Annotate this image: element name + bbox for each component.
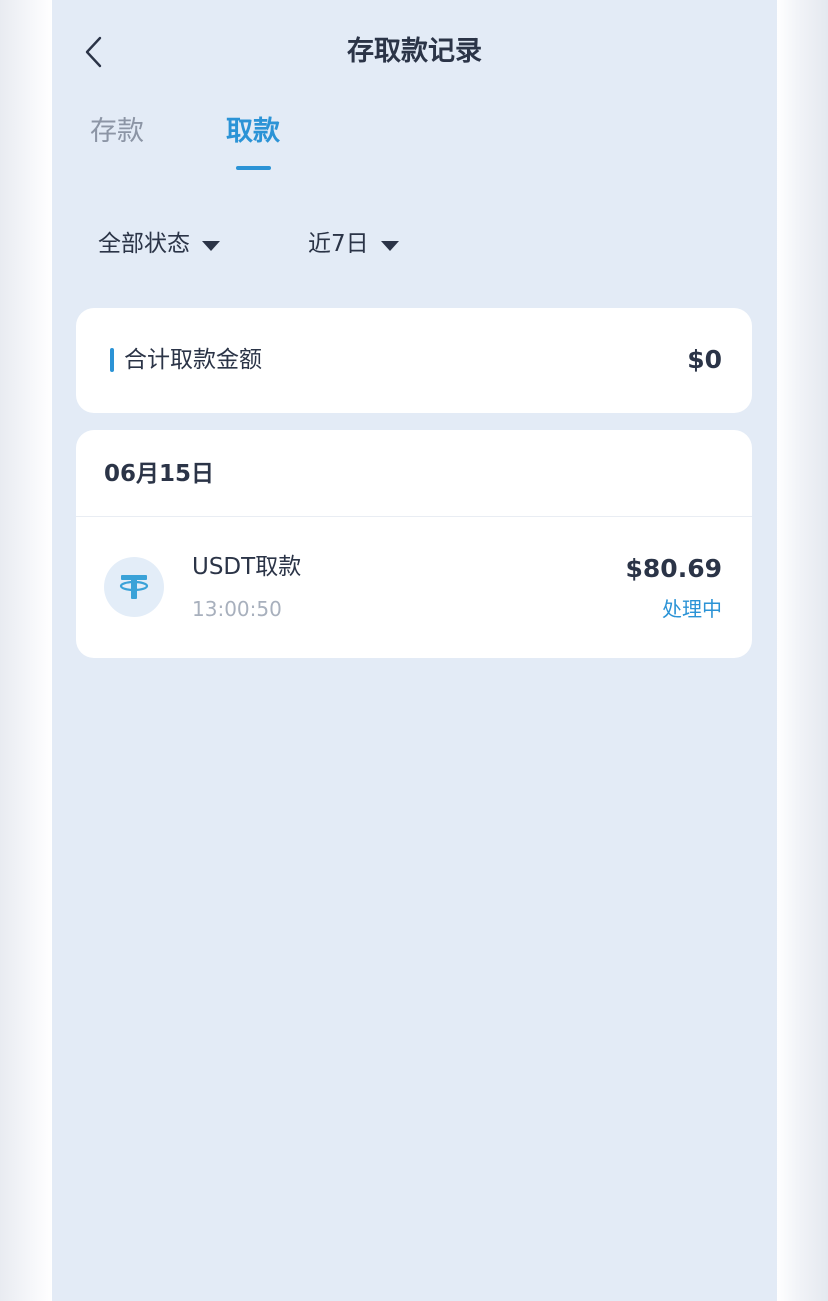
period-filter-dropdown[interactable]: 近7日 bbox=[308, 226, 399, 262]
page-title: 存取款记录 bbox=[347, 36, 482, 67]
status-filter-dropdown[interactable]: 全部状态 bbox=[98, 226, 220, 262]
withdraw-records-screen: 存取款记录 存款 取款 全部状态 近7日 合计取款金额 $0 06月15日 US… bbox=[52, 0, 777, 1301]
caret-down-icon bbox=[202, 240, 220, 251]
records-group-card: 06月15日 USDT取款 13:00:50 $80.69 处理中 bbox=[76, 430, 752, 658]
tab-withdraw[interactable]: 取款 bbox=[226, 112, 280, 152]
record-row[interactable]: USDT取款 13:00:50 $80.69 处理中 bbox=[76, 517, 752, 658]
total-summary-card: 合计取款金额 $0 bbox=[76, 308, 752, 413]
accent-bar bbox=[110, 348, 114, 372]
backdrop-left bbox=[0, 0, 52, 1301]
record-status: 处理中 bbox=[662, 597, 722, 621]
record-title: USDT取款 bbox=[192, 554, 302, 580]
active-tab-indicator bbox=[236, 166, 271, 170]
status-filter-label: 全部状态 bbox=[98, 231, 190, 257]
record-date-header: 06月15日 bbox=[104, 461, 215, 487]
record-time: 13:00:50 bbox=[192, 597, 282, 621]
tab-deposit[interactable]: 存款 bbox=[90, 112, 144, 152]
period-filter-label: 近7日 bbox=[308, 231, 369, 257]
record-amount: $80.69 bbox=[625, 554, 722, 583]
total-label: 合计取款金额 bbox=[124, 347, 262, 373]
caret-down-icon bbox=[380, 240, 399, 251]
backdrop-right bbox=[777, 0, 828, 1301]
tether-usdt-icon bbox=[104, 557, 164, 617]
total-amount: $0 bbox=[687, 345, 722, 374]
